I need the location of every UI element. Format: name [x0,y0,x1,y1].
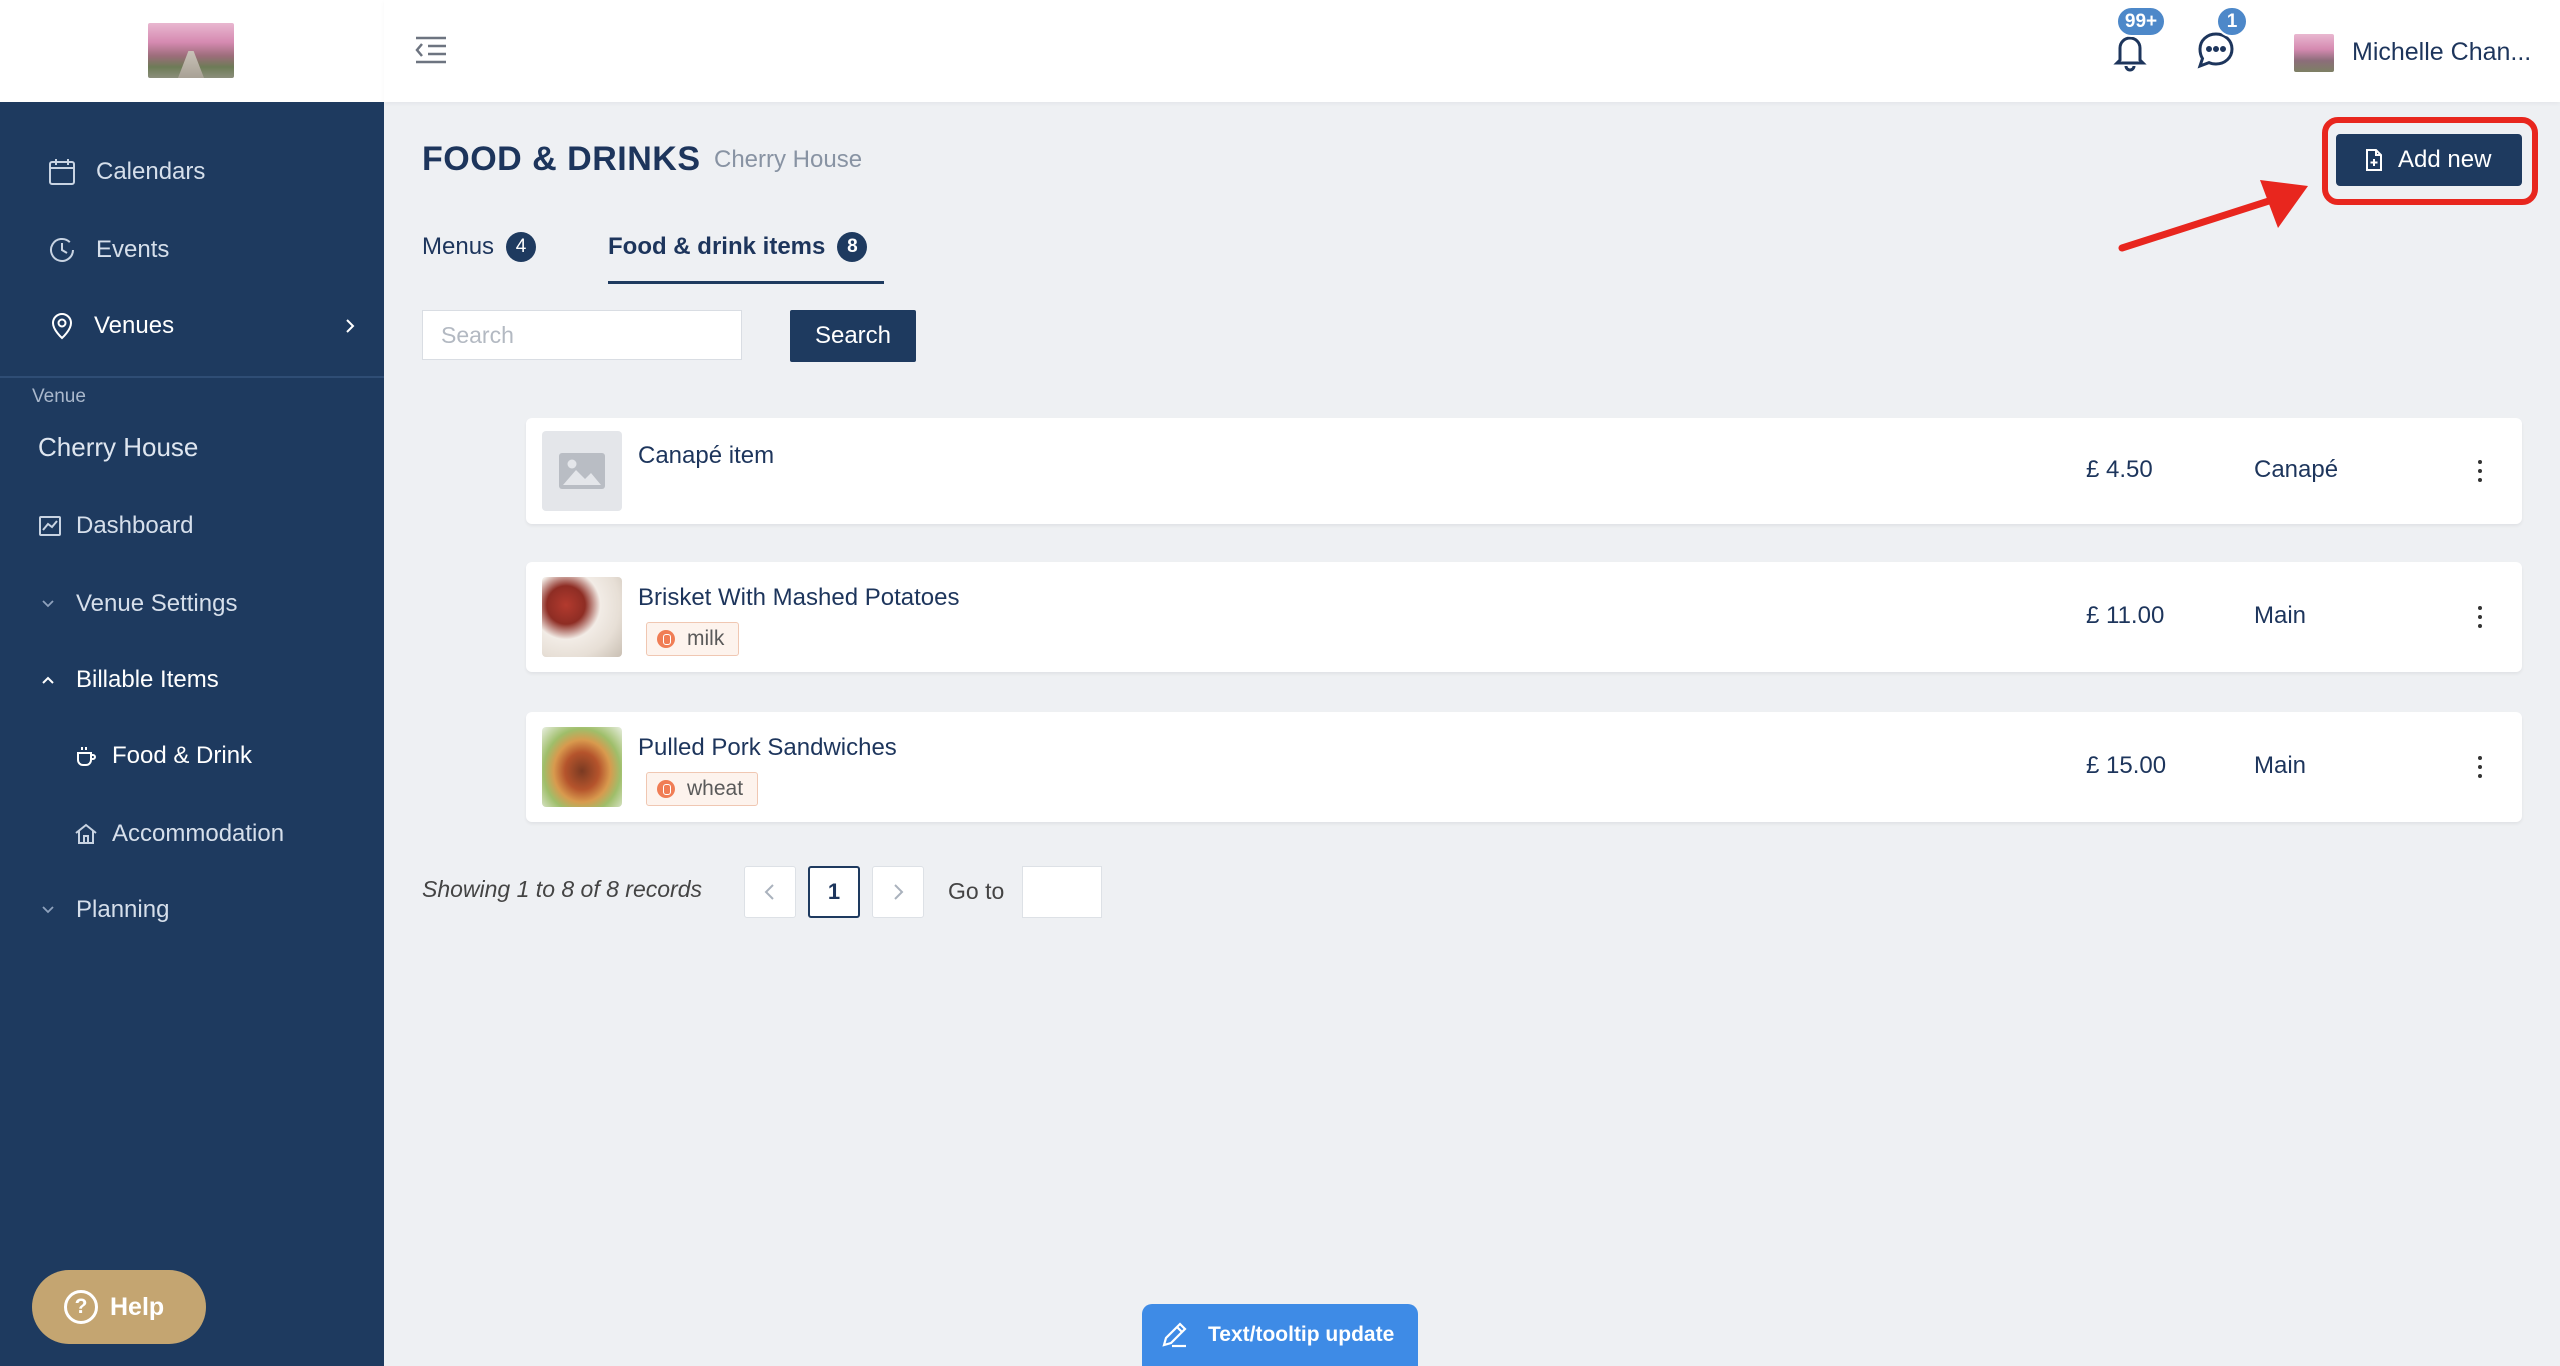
sidebar-item-billable-items[interactable]: Billable Items [0,660,384,700]
records-summary: Showing 1 to 8 of 8 records [422,876,702,902]
sidebar-item-label: Accommodation [112,820,285,847]
sidebar-item-planning[interactable]: Planning [0,890,384,930]
sidebar: Calendars Events Venues Venue Cherry Hou… [0,0,384,1366]
sidebar-item-label: Food & Drink [112,742,253,769]
tab-count-badge: 8 [837,232,868,262]
user-name[interactable]: Michelle Chan... [2352,38,2531,67]
help-button[interactable]: ? Help [32,1270,206,1344]
annotation-arrow-icon [2118,180,2308,252]
item-name: Brisket With Mashed Potatoes [638,584,960,611]
chevron-right-icon [894,884,904,900]
venue-name: Cherry House [38,432,199,462]
search-button[interactable]: Search [790,310,916,362]
top-bar: 99+ 1 Michelle Chan... [384,0,2560,102]
pulled-pork-photo [542,727,622,807]
item-category: Canapé [2254,456,2339,483]
collapse-menu-icon[interactable] [414,34,448,66]
more-options-icon[interactable] [2470,751,2490,783]
item-name: Canapé item [638,442,775,469]
allergen-icon [657,630,675,648]
pencil-icon [1162,1322,1187,1348]
allergen-label: wheat [687,777,744,800]
list-item[interactable]: Canapé item £ 4.50 Canapé [526,418,2522,524]
item-name: Pulled Pork Sandwiches [638,734,897,761]
tab-label: Food & drink items [608,233,826,260]
help-label: Help [110,1292,165,1321]
brisket-photo [542,577,622,657]
text-tooltip-update-button[interactable]: Text/tooltip update [1142,1304,1418,1366]
goto-page-input[interactable] [1022,866,1102,918]
clock-history-icon [46,234,78,266]
sidebar-item-label: Billable Items [76,666,219,693]
allergen-icon [657,780,675,798]
sidebar-item-label: Venues [94,312,175,339]
sidebar-item-calendars[interactable]: Calendars [0,152,384,192]
venue-logo[interactable] [148,23,234,78]
sidebar-item-label: Dashboard [76,512,194,539]
chevron-left-icon [764,884,774,900]
page-subtitle: Cherry House [714,146,863,173]
sidebar-item-dashboard[interactable]: Dashboard [0,506,384,546]
tab-count-badge: 4 [506,232,537,262]
sidebar-item-venue-settings[interactable]: Venue Settings [0,584,384,624]
allergen-tag: wheat [646,772,759,806]
list-item[interactable]: Brisket With Mashed Potatoes milk £ 11.0… [526,562,2522,672]
page-title: FOOD & DRINKS [422,140,701,178]
item-price: £ 4.50 [2086,456,2153,483]
chevron-down-icon [32,588,64,620]
image-placeholder-icon [542,431,622,511]
notifications-badge: 99+ [2116,6,2166,37]
sidebar-item-label: Events [96,236,170,263]
tab-label: Menus [422,233,495,260]
chevron-right-icon [334,310,366,342]
allergen-tag: milk [646,622,740,656]
search-input[interactable] [422,310,742,360]
list-item[interactable]: Pulled Pork Sandwiches wheat £ 15.00 Mai… [526,712,2522,822]
item-price: £ 15.00 [2086,752,2167,779]
tab-food-drink-items[interactable]: Food & drink items 8 [608,232,868,262]
venue-caption: Venue [32,386,86,407]
sidebar-item-events[interactable]: Events [0,230,384,270]
sidebar-item-venues[interactable]: Venues [0,306,384,346]
item-category: Main [2254,752,2307,779]
page-number-button[interactable]: 1 [808,866,860,918]
chevron-down-icon [32,894,64,926]
logo-area [0,0,384,102]
more-options-icon[interactable] [2470,601,2490,633]
active-tab-underline [608,281,884,284]
tab-menus[interactable]: Menus 4 [422,232,537,262]
item-category: Main [2254,602,2307,629]
sidebar-item-label: Calendars [96,158,206,185]
chart-icon [34,510,66,542]
avatar[interactable] [2294,34,2334,72]
prev-page-button[interactable] [744,866,796,918]
sidebar-divider [0,376,384,378]
allergen-label: milk [687,627,725,650]
sidebar-item-food-drink[interactable]: Food & Drink [0,736,384,776]
location-pin-icon [46,310,78,342]
question-icon: ? [64,1290,98,1324]
coffee-cup-icon [70,740,102,772]
house-icon [70,818,102,850]
goto-label: Go to [948,878,1005,904]
sidebar-item-label: Planning [76,896,170,923]
item-price: £ 11.00 [2086,602,2165,629]
chevron-up-icon [32,664,64,696]
next-page-button[interactable] [872,866,924,918]
sidebar-item-accommodation[interactable]: Accommodation [0,814,384,854]
more-options-icon[interactable] [2470,455,2490,487]
tooltip-tab-label: Text/tooltip update [1208,1323,1395,1346]
calendar-icon [46,156,78,188]
sidebar-item-label: Venue Settings [76,590,238,617]
highlight-annotation [2322,117,2538,205]
messages-badge: 1 [2216,6,2248,37]
